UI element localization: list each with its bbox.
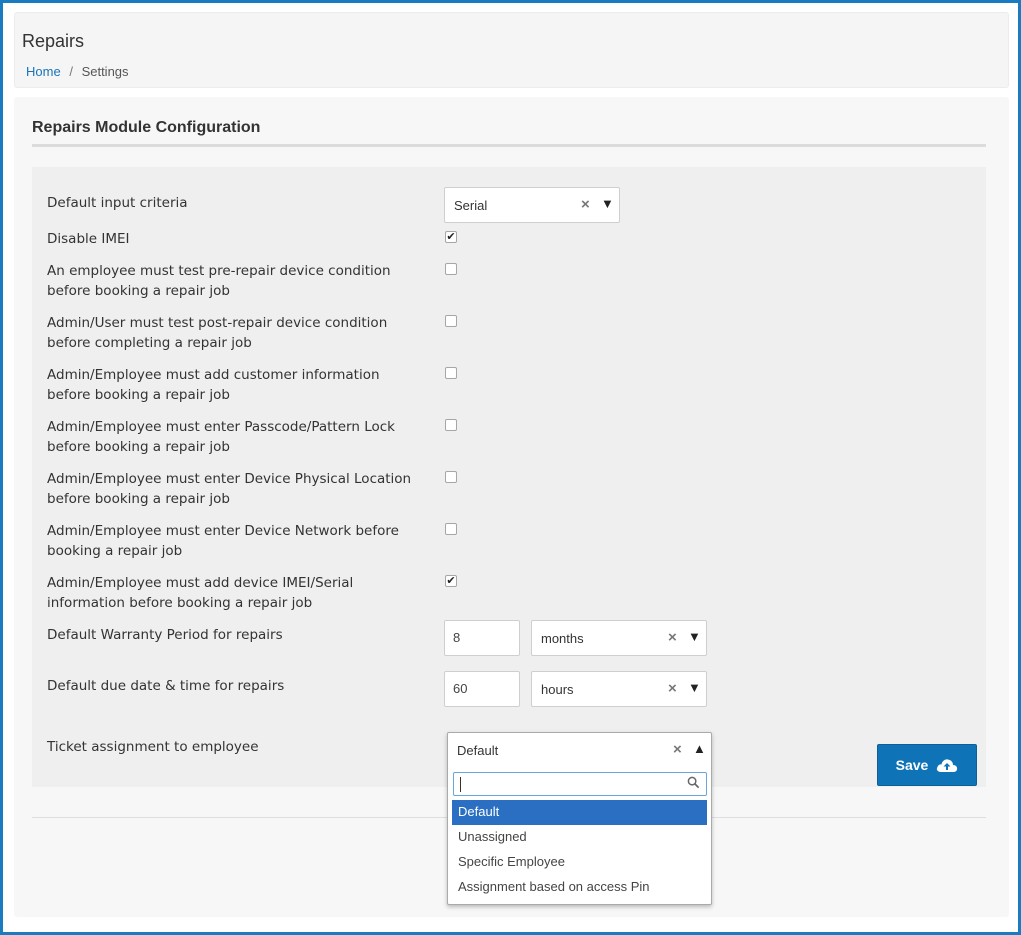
config-form: Default input criteria Serial × ▼ Disabl… [32, 167, 986, 787]
warranty-unit-value: months [541, 631, 584, 646]
default-input-select[interactable]: Serial × ▼ [444, 187, 620, 223]
customer-info-checkbox[interactable] [445, 367, 457, 379]
page-header: Repairs Home / Settings [14, 12, 1009, 88]
clear-icon[interactable]: × [668, 680, 677, 697]
breadcrumb-separator: / [69, 64, 73, 79]
physical-location-checkbox[interactable] [445, 471, 457, 483]
imei-serial-checkbox[interactable]: ✔ [445, 575, 457, 587]
chevron-down-icon[interactable]: ▼ [688, 680, 701, 695]
network-checkbox[interactable] [445, 523, 457, 535]
chevron-up-icon[interactable]: ▲ [693, 741, 706, 756]
disable-imei-label: Disable IMEI [47, 231, 130, 247]
cloud-upload-icon [937, 759, 958, 772]
due-date-label: Default due date & time for repairs [47, 678, 285, 694]
disable-imei-checkbox[interactable]: ✔ [445, 231, 457, 243]
ticket-assignment-select[interactable]: Default × ▲ [448, 733, 711, 769]
network-label: Admin/Employee must enter Device Network… [47, 523, 399, 559]
warranty-label: Default Warranty Period for repairs [47, 627, 283, 643]
save-button-label: Save [895, 757, 929, 773]
pre-repair-label: An employee must test pre-repair device … [47, 263, 391, 299]
dropdown-search-input[interactable] [453, 772, 707, 796]
save-button[interactable]: Save [877, 744, 977, 786]
dropdown-option-default[interactable]: Default [452, 800, 707, 825]
physical-location-label: Admin/Employee must enter Device Physica… [47, 471, 412, 507]
customer-info-label: Admin/Employee must add customer informa… [47, 367, 380, 403]
imei-serial-label: Admin/Employee must add device IMEI/Seri… [47, 575, 354, 611]
warranty-unit-select[interactable]: months × ▼ [531, 620, 707, 656]
default-input-value: Serial [454, 198, 488, 213]
page-title: Repairs [22, 31, 85, 51]
breadcrumb: Home / Settings [26, 64, 129, 79]
due-date-unit-value: hours [541, 682, 574, 697]
post-repair-checkbox[interactable] [445, 315, 457, 327]
section-title: Repairs Module Configuration [32, 119, 261, 136]
ticket-assignment-dropdown[interactable]: Default × ▲ Default Unassigned Specific … [447, 732, 712, 905]
breadcrumb-home-link[interactable]: Home [26, 64, 61, 79]
due-date-input[interactable]: 60 [444, 671, 520, 707]
chevron-down-icon[interactable]: ▼ [601, 196, 614, 211]
post-repair-label: Admin/User must test post-repair device … [47, 315, 388, 351]
ticket-assignment-label: Ticket assignment to employee [47, 739, 259, 755]
ticket-assignment-value: Default [457, 743, 499, 758]
text-cursor [460, 777, 461, 792]
default-input-label: Default input criteria [47, 195, 188, 211]
clear-icon[interactable]: × [581, 196, 590, 213]
clear-icon[interactable]: × [673, 741, 682, 758]
section-divider [32, 144, 986, 147]
passcode-checkbox[interactable] [445, 419, 457, 431]
breadcrumb-current: Settings [81, 64, 129, 79]
chevron-down-icon[interactable]: ▼ [688, 629, 701, 644]
warranty-input[interactable]: 8 [444, 620, 520, 656]
dropdown-option-access-pin[interactable]: Assignment based on access Pin [452, 875, 707, 900]
clear-icon[interactable]: × [668, 629, 677, 646]
dropdown-option-specific-employee[interactable]: Specific Employee [452, 850, 707, 875]
pre-repair-checkbox[interactable] [445, 263, 457, 275]
dropdown-option-unassigned[interactable]: Unassigned [452, 825, 707, 850]
due-date-unit-select[interactable]: hours × ▼ [531, 671, 707, 707]
passcode-label: Admin/Employee must enter Passcode/Patte… [47, 419, 395, 455]
search-icon [687, 776, 700, 789]
